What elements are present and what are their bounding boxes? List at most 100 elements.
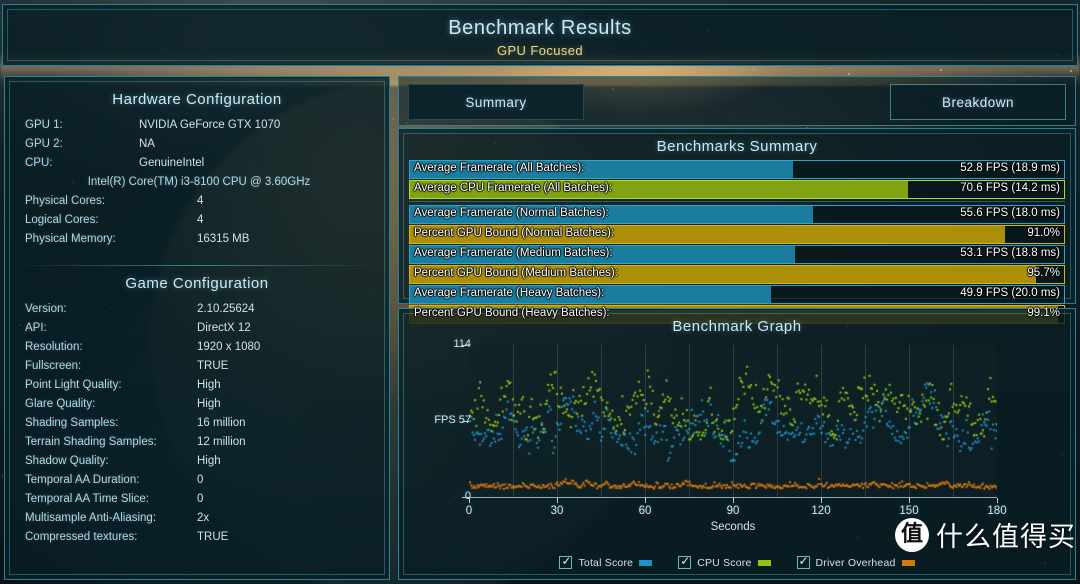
bar-group-divider (409, 201, 1065, 202)
plot-gridline (733, 345, 734, 497)
config-row-value: 0 (197, 493, 204, 505)
hardware-row: CPU: GenuineIntel (19, 157, 379, 176)
config-row-value: High (197, 455, 221, 467)
config-row: Shading Samples: 16 million (19, 417, 379, 436)
hardware-row-value: NVIDIA GeForce GTX 1070 (139, 119, 281, 131)
y-axis-tick-mark (462, 421, 469, 422)
y-axis-tick-label: 0 (464, 490, 471, 502)
legend-item[interactable]: Driver Overhead (796, 554, 915, 569)
config-row: Glare Quality: High (19, 398, 379, 417)
x-axis-tick-label: 90 (726, 505, 740, 517)
chart-legend: Total Score CPU Score Driver Overhead (399, 554, 1075, 569)
benchmark-bar: Percent GPU Bound (Normal Batches): 91.0% (409, 225, 1065, 244)
config-row: Version: 2.10.25624 (19, 303, 379, 322)
game-configuration-heading: Game Configuration (125, 275, 269, 292)
watermark-text: 什么值得买 (936, 522, 1076, 553)
hardware-row-value: NA (139, 138, 155, 150)
config-row: Temporal AA Duration: 0 (19, 474, 379, 493)
config-row-value: 1920 x 1080 (197, 341, 261, 353)
scatter-plot-area (469, 345, 997, 497)
hardware-row-key: GPU 1: (25, 119, 63, 131)
plot-gridline (601, 345, 602, 497)
config-row-value: TRUE (197, 360, 229, 372)
game-configuration-list: Version: 2.10.25624 API: DirectX 12 Resoluti… (19, 303, 379, 550)
config-row-value: DirectX 12 (197, 322, 251, 334)
plot-gridline (777, 345, 778, 497)
benchmark-bar-label: Percent GPU Bound (Heavy Batches): (414, 307, 610, 319)
x-axis-tick-mark (821, 498, 822, 503)
hardware-row-value: 4 (197, 214, 204, 226)
x-axis-tick-label: 0 (465, 505, 473, 517)
hardware-row-value: GenuineIntel (139, 157, 205, 169)
hardware-row-value: 4 (197, 195, 204, 207)
config-row-value: High (197, 398, 221, 410)
config-row-value: 2.10.25624 (197, 303, 255, 315)
hardware-row: Intel(R) Core(TM) i3-8100 CPU @ 3.60GHz (19, 176, 379, 195)
legend-checkbox[interactable] (796, 554, 810, 569)
config-row: Fullscreen: TRUE (19, 360, 379, 379)
x-axis-tick-mark (909, 498, 910, 503)
y-axis-tick-label: FPS 57 (434, 414, 471, 426)
config-row-value: TRUE (197, 531, 229, 543)
plot-gridline (953, 345, 954, 497)
tab-breakdown[interactable]: Breakdown (890, 84, 1066, 120)
hardware-row: Physical Memory: 16315 MB (19, 233, 379, 252)
legend-item[interactable]: CPU Score (678, 554, 771, 569)
x-axis-tick-label: 120 (811, 505, 831, 517)
config-row-value: 0 (197, 474, 204, 486)
benchmark-bar-value: 70.6 FPS (14.2 ms) (960, 182, 1060, 194)
config-row-value: 12 million (197, 436, 246, 448)
config-row-key: API: (25, 322, 47, 334)
config-row: Shadow Quality: High (19, 455, 379, 474)
benchmark-bar-value: 99.1% (1027, 307, 1060, 319)
plot-gridline (645, 345, 646, 497)
benchmark-bar-value: 52.8 FPS (18.9 ms) (960, 162, 1060, 174)
y-axis-tick-mark (462, 497, 469, 498)
config-row-key: Terrain Shading Samples: (25, 436, 157, 448)
config-row-value: 16 million (197, 417, 246, 429)
benchmark-graph-heading: Benchmark Graph (672, 318, 802, 335)
benchmarks-summary-panel: Benchmarks Summary Average Framerate (Al… (398, 128, 1076, 324)
benchmark-bar-label: Average Framerate (Normal Batches): (414, 207, 609, 219)
x-axis-tick-label: 30 (550, 505, 564, 517)
config-row: Point Light Quality: High (19, 379, 379, 398)
x-axis-tick-mark (645, 498, 646, 503)
x-axis-tick-mark (469, 498, 470, 503)
benchmark-bar-label: Percent GPU Bound (Normal Batches): (414, 227, 615, 239)
config-row: Terrain Shading Samples: 12 million (19, 436, 379, 455)
config-row-key: Multisample Anti-Aliasing: (25, 512, 157, 524)
legend-label: Total Score (578, 556, 634, 569)
legend-checkbox[interactable] (559, 554, 573, 569)
hardware-row-value: Intel(R) Core(TM) i3-8100 CPU @ 3.60GHz (87, 176, 311, 188)
plot-gridline (865, 345, 866, 497)
config-row-value: High (197, 379, 221, 391)
benchmark-bar-label: Percent GPU Bound (Medium Batches): (414, 267, 618, 279)
hardware-configuration-list: GPU 1: NVIDIA GeForce GTX 1070 GPU 2: NA CPU… (19, 119, 379, 252)
tab-summary[interactable]: Summary (408, 84, 584, 120)
x-axis-tick-mark (997, 498, 998, 503)
benchmark-bar: Average Framerate (Heavy Batches): 49.9 F… (409, 285, 1065, 304)
config-row-key: Point Light Quality: (25, 379, 122, 391)
hardware-row-key: Logical Cores: (25, 214, 99, 226)
page-subtitle: GPU Focused (496, 43, 584, 58)
legend-checkbox[interactable] (678, 554, 692, 569)
config-row-value: 2x (197, 512, 210, 524)
plot-gridline (689, 345, 690, 497)
hardware-row: Physical Cores: 4 (19, 195, 379, 214)
title-bar: Benchmark Results GPU Focused (2, 4, 1078, 66)
benchmark-bar-list: Average Framerate (All Batches): 52.8 FPS… (409, 160, 1065, 325)
config-row-key: Shadow Quality: (25, 455, 109, 467)
plot-gridline (513, 345, 514, 497)
legend-color-swatch (901, 559, 915, 566)
config-row-key: Version: (25, 303, 67, 315)
x-axis-tick-mark (733, 498, 734, 503)
benchmark-bar-value: 95.7% (1027, 267, 1060, 279)
legend-color-swatch (639, 559, 653, 566)
page-title: Benchmark Results (448, 17, 632, 39)
hardware-row-key: Physical Memory: (25, 233, 116, 245)
config-row: API: DirectX 12 (19, 322, 379, 341)
legend-item[interactable]: Total Score (559, 554, 653, 569)
plot-gridline (557, 345, 558, 497)
config-row-key: Temporal AA Time Slice: (25, 493, 149, 505)
y-axis-tick-label: 114 (453, 338, 471, 350)
